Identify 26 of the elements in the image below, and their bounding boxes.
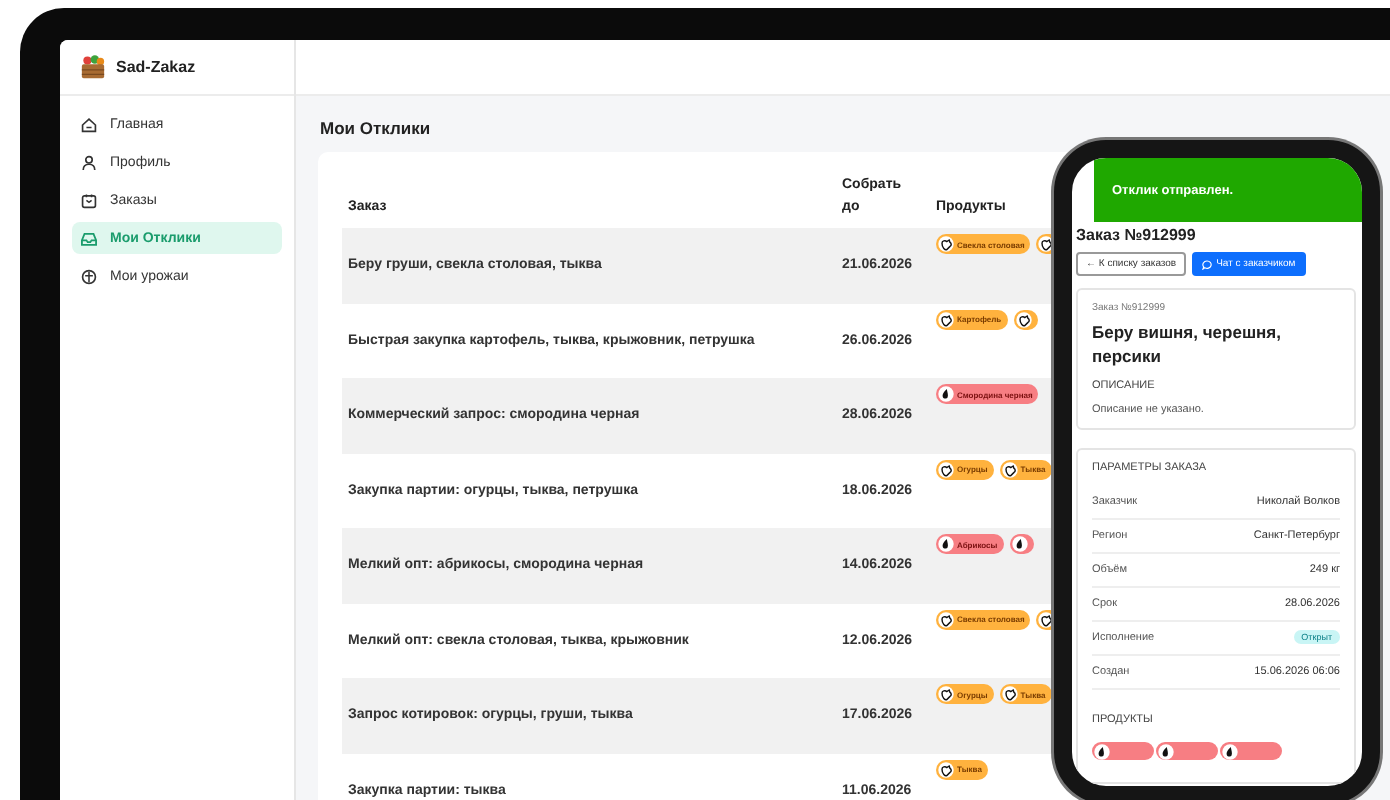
order-title: Беру вишня, черешня, персики bbox=[1092, 322, 1283, 370]
fruit-icon bbox=[938, 386, 954, 402]
crate-icon bbox=[80, 54, 106, 80]
vegetable-icon bbox=[1001, 686, 1018, 702]
vegetable-icon bbox=[938, 461, 954, 477]
order-heading: Заказ №912999 bbox=[1076, 226, 1198, 244]
fruit-icon bbox=[1094, 743, 1110, 760]
fruit-icon bbox=[1222, 743, 1238, 760]
vegetable-icon bbox=[1015, 311, 1032, 327]
vegetable-icon bbox=[938, 611, 954, 627]
vegetable-icon bbox=[938, 311, 954, 327]
vegetable-icon bbox=[938, 236, 954, 252]
vegetable-icon bbox=[938, 686, 954, 702]
user-icon bbox=[80, 153, 98, 171]
calendar-icon bbox=[80, 191, 98, 209]
vegetable-icon bbox=[938, 761, 954, 777]
fruit-icon bbox=[1011, 536, 1028, 552]
brand-name: Sad-Zakaz bbox=[116, 58, 196, 76]
page-title: Мои Отклики bbox=[318, 116, 433, 142]
vegetable-icon bbox=[1001, 461, 1018, 477]
globe-icon bbox=[80, 267, 98, 285]
fruit-icon bbox=[1158, 743, 1174, 760]
chat-icon bbox=[1202, 259, 1213, 269]
fruit-icon bbox=[938, 536, 954, 552]
inbox-icon bbox=[80, 229, 98, 247]
home-icon bbox=[80, 115, 98, 133]
